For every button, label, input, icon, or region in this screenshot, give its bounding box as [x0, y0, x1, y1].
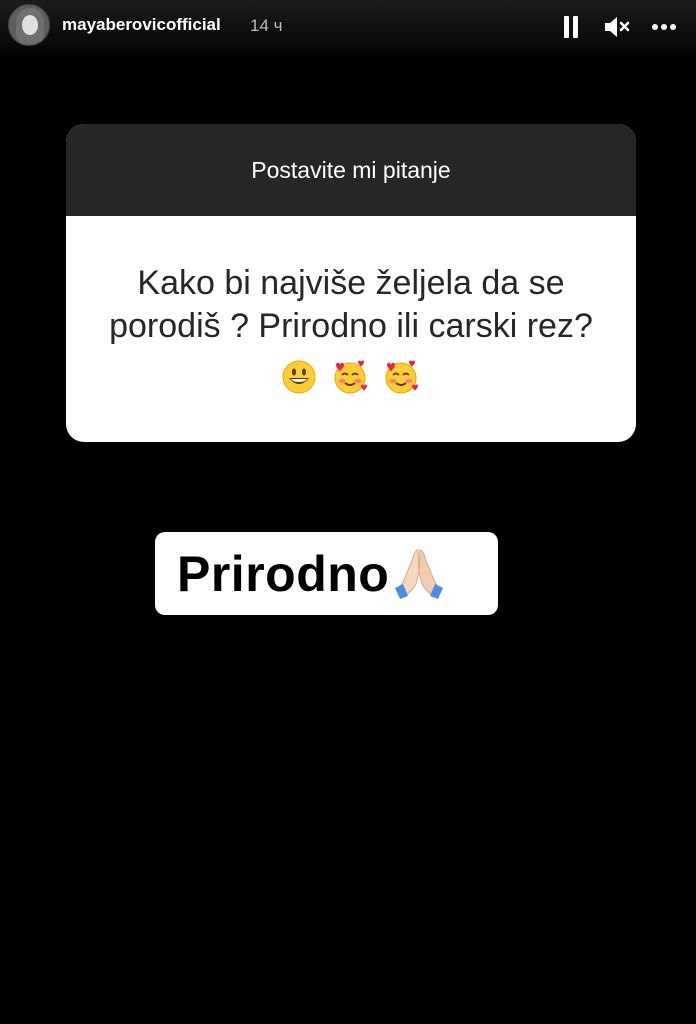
pause-bar-left [564, 16, 569, 38]
more-dot [652, 24, 658, 30]
question-body: Kako bi najviše željela da se porodiš ? … [66, 216, 636, 442]
username[interactable]: mayaberovicofficial [62, 15, 221, 35]
smiling-face-with-hearts-emoji [334, 360, 367, 394]
smiling-face-with-hearts-emoji [385, 360, 419, 394]
question-emojis [281, 354, 426, 397]
avatar-face [22, 15, 38, 35]
more-dot [661, 24, 667, 30]
question-text: Kako bi najviše željela da se porodiš ? … [109, 263, 593, 345]
more-dot [670, 24, 676, 30]
post-time: 14 ч [250, 16, 283, 35]
folded-hands-emoji [395, 548, 444, 599]
answer-sticker: Prirodno [155, 532, 498, 615]
answer-text: Prirodno [177, 545, 390, 602]
question-title: Postavite mi pitanje [66, 124, 636, 216]
pause-bar-right [573, 16, 578, 38]
story-header: mayaberovicofficial 14 ч [0, 0, 696, 60]
grinning-face-emoji [282, 360, 316, 394]
question-sticker: Postavite mi pitanje Kako bi najviše žel… [66, 124, 636, 442]
pause-icon[interactable] [563, 16, 579, 38]
avatar[interactable] [8, 4, 50, 46]
more-icon[interactable] [652, 24, 678, 30]
mute-icon[interactable] [603, 15, 631, 39]
question-text-wrap: Kako bi najviše željela da se porodiš ? … [106, 262, 596, 397]
